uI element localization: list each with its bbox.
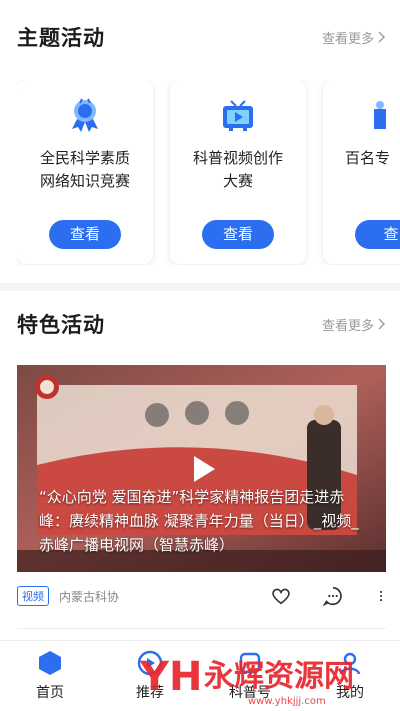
video-source-org: 内蒙古科协	[59, 589, 120, 604]
view-button[interactable]: 查看	[202, 220, 274, 249]
video-title: “众心向党 爱国奋进”科学家精神报告团走进赤峰：赓续精神血脉 凝聚青年力量（当日…	[39, 488, 359, 554]
feature-section-header: 特色活动 查看更多	[17, 309, 386, 339]
section-divider	[0, 283, 400, 291]
view-button[interactable]: 查	[355, 220, 400, 249]
home-hexagon-icon	[39, 651, 61, 675]
theme-cards-carousel[interactable]: 全民科学素质 网络知识竞赛 查看 科普视频创作 大赛 查看 百名专 查	[17, 80, 400, 265]
theme-card-quiz[interactable]: 全民科学素质 网络知识竞赛 查看	[17, 80, 153, 264]
theme-section-header: 主题活动 查看更多	[17, 22, 386, 52]
theme-card-partial[interactable]: 百名专 查	[323, 80, 400, 264]
view-button[interactable]: 查看	[49, 220, 121, 249]
chevron-right-icon	[378, 318, 385, 330]
feature-more-link[interactable]: 查看更多	[322, 315, 386, 334]
chevron-right-icon	[378, 31, 385, 43]
theme-more-link[interactable]: 查看更多	[322, 28, 386, 47]
theme-more-label: 查看更多	[321, 31, 374, 47]
comment-icon[interactable]	[322, 585, 344, 607]
award-ribbon-icon	[72, 98, 98, 132]
tab-home[interactable]: 首页	[0, 641, 100, 711]
play-icon[interactable]	[185, 452, 219, 486]
theme-section-title: 主题活动	[17, 26, 105, 50]
tv-play-icon	[223, 100, 253, 131]
heart-icon[interactable]	[270, 585, 292, 607]
tab-label: 首页	[36, 685, 64, 701]
more-vertical-icon[interactable]	[374, 585, 388, 607]
feature-section-title: 特色活动	[17, 313, 105, 337]
partial-icon	[374, 101, 386, 129]
video-actions	[270, 585, 388, 607]
feature-more-label: 查看更多	[321, 318, 374, 334]
watermark-text: 永辉资源网	[204, 659, 354, 694]
caption-line2: 大赛	[222, 172, 253, 190]
svg-text:YH: YH	[139, 654, 202, 700]
list-divider	[17, 628, 386, 629]
caption-line1: 全民科学素质	[39, 149, 130, 167]
caption-line2: 网络知识竞赛	[39, 172, 130, 190]
theme-card-video-caption: 科普视频创作 大赛	[170, 147, 306, 193]
video-type-tag: 视频	[17, 586, 49, 606]
caption-line1: 科普视频创作	[192, 149, 283, 167]
watermark-url: www.yhkjjj.com	[248, 696, 326, 707]
video-meta-row: 视频 内蒙古科协	[17, 584, 388, 608]
theme-card-partial-caption: 百名专	[323, 147, 400, 170]
video-card-thumbnail[interactable]: “众心向党 爱国奋进”科学家精神报告团走进赤峰：赓续精神血脉 凝聚青年力量（当日…	[17, 365, 386, 572]
theme-card-video-contest[interactable]: 科普视频创作 大赛 查看	[170, 80, 306, 264]
watermark-logo: YH 永辉资源网 www.yhkjjj.com	[139, 654, 354, 707]
caption-line1: 百名专	[345, 149, 391, 167]
theme-card-quiz-caption: 全民科学素质 网络知识竞赛	[17, 147, 153, 193]
